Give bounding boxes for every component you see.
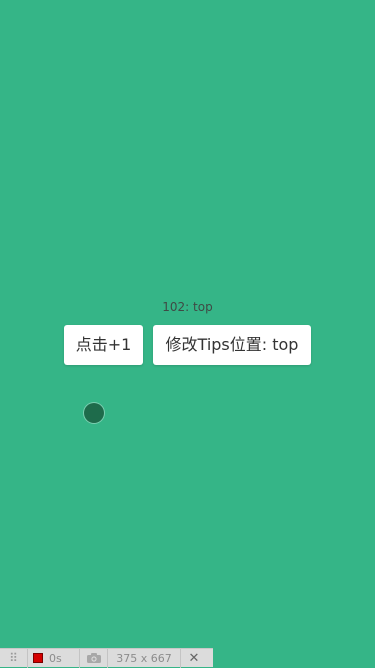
app-canvas: 102: top 点击+1 修改Tips位置: top: [0, 0, 375, 648]
change-tips-position-button[interactable]: 修改Tips位置: top: [153, 325, 311, 365]
record-control[interactable]: 0s: [28, 648, 80, 668]
close-icon[interactable]: ✕: [181, 649, 207, 668]
drag-handle-icon[interactable]: ⠿: [0, 648, 28, 668]
increment-button[interactable]: 点击+1: [64, 325, 143, 365]
record-stop-icon[interactable]: [33, 653, 43, 663]
touch-indicator: [84, 403, 104, 423]
camera-icon: [86, 653, 101, 663]
recorder-toolbar: ⠿ 0s 375 x 667 ✕: [0, 648, 213, 668]
camera-button[interactable]: [80, 648, 108, 668]
tips-label: 102: top: [162, 300, 213, 314]
record-timer: 0s: [49, 651, 62, 665]
viewport-size-label: 375 x 667: [108, 648, 181, 668]
